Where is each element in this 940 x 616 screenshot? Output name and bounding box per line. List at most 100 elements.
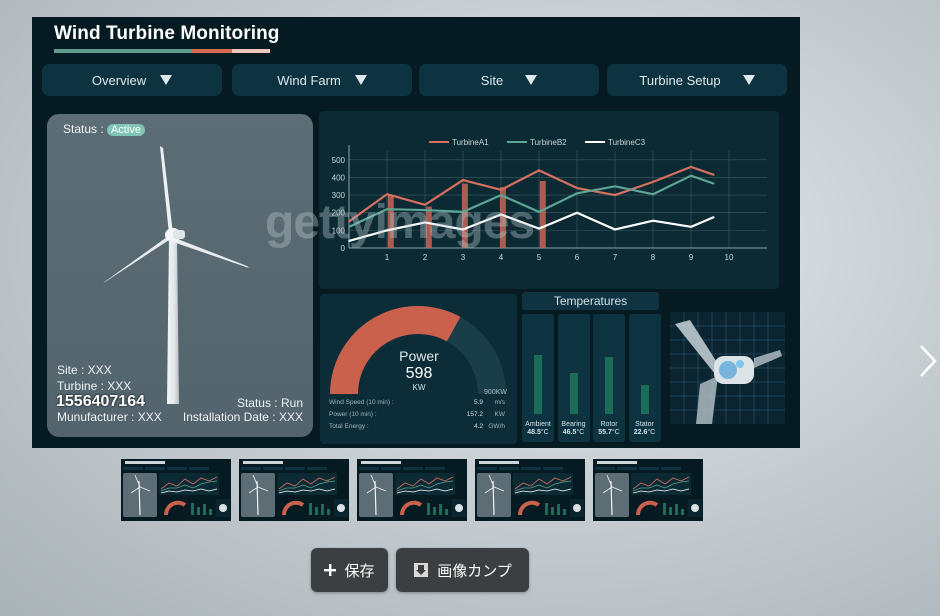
wind-turbine-image xyxy=(103,146,249,404)
data-point xyxy=(500,213,502,216)
plus-icon xyxy=(324,564,337,576)
nav-wind-farm[interactable]: Wind Farm xyxy=(232,64,412,96)
image-id: 1556407164 xyxy=(56,393,145,410)
series-line-2 xyxy=(348,211,715,243)
save-button[interactable]: 保存 xyxy=(311,548,388,592)
title-underline xyxy=(54,49,270,53)
data-point xyxy=(690,226,692,228)
data-point xyxy=(614,185,616,188)
power-unit: KW xyxy=(412,383,426,392)
x-tick-label: 6 xyxy=(575,253,580,262)
temp-value: 46.5°C xyxy=(558,429,590,437)
power-row-label: Total Energy : xyxy=(329,423,369,430)
power-row-unit: KW xyxy=(494,411,505,418)
thumbnail-image xyxy=(595,461,702,517)
data-point xyxy=(652,219,654,222)
chart-bar xyxy=(425,206,432,248)
y-tick-label: 300 xyxy=(332,191,346,200)
x-tick-label: 9 xyxy=(689,253,694,262)
data-point xyxy=(462,211,464,213)
nav-label: Turbine Setup xyxy=(639,72,721,88)
data-point xyxy=(386,208,388,210)
temp-value-number: 46.5 xyxy=(562,429,577,436)
data-point xyxy=(386,229,388,232)
power-row-value: 5.9 xyxy=(473,399,483,406)
power-row-value: 4.2 xyxy=(473,423,483,430)
comp-download-button[interactable]: 画像カンプ xyxy=(396,548,529,592)
thumbnail-5[interactable] xyxy=(593,459,703,521)
data-point xyxy=(713,216,715,218)
x-tick-label: 8 xyxy=(651,253,656,262)
temp-bar xyxy=(569,373,578,414)
power-row-unit: GW/h xyxy=(488,423,505,430)
data-point xyxy=(652,193,654,196)
temp-column: Ambient 48.5°C xyxy=(522,314,554,442)
legend-label: TurbineC3 xyxy=(608,138,646,147)
nav-label: Wind Farm xyxy=(277,72,341,88)
data-point xyxy=(538,211,540,213)
x-tick-label: 4 xyxy=(499,253,504,262)
data-point xyxy=(713,182,715,185)
run-status-text: Status : Run xyxy=(236,396,303,410)
temp-name: Rotor xyxy=(600,421,618,428)
comp-button-label: 画像カンプ xyxy=(437,562,512,580)
chevron-down-icon xyxy=(525,75,538,85)
data-point xyxy=(614,194,616,196)
power-row-unit: m/s xyxy=(494,399,505,406)
thumbnail-image xyxy=(241,461,348,517)
power-row-label: Power (10 min) : xyxy=(329,411,377,418)
power-title: Power xyxy=(399,348,439,364)
nav-label: Overview xyxy=(91,72,147,88)
line-chart-panel: 0 100 200 300 400 500 1 2 3 4 5 6 7 8 9 10 TurbineA1 Turb… xyxy=(319,111,779,289)
legend-label: TurbineA1 xyxy=(452,138,489,147)
chart-bar xyxy=(387,195,394,248)
x-tick-label: 7 xyxy=(613,253,618,262)
thumbnail-image xyxy=(123,461,230,517)
thumbnail-image xyxy=(359,461,466,517)
y-tick-label: 200 xyxy=(332,209,346,218)
data-point xyxy=(424,221,426,224)
power-row-value: 157.2 xyxy=(466,411,483,418)
temp-name: Stator xyxy=(635,421,654,428)
x-tick-label: 5 xyxy=(537,253,542,262)
y-tick-label: 500 xyxy=(332,156,346,165)
line-chart: 0 100 200 300 400 500 1 2 3 4 5 6 7 8 9 10 TurbineA1 Turb… xyxy=(332,138,767,262)
data-point xyxy=(690,166,692,168)
thumbnail-3[interactable] xyxy=(357,459,467,521)
nav-overview[interactable]: Overview xyxy=(42,64,222,96)
thumbnail-2[interactable] xyxy=(239,459,349,521)
x-tick-label: 10 xyxy=(725,253,734,262)
temp-value-unit: °C xyxy=(611,429,620,436)
y-tick-label: 0 xyxy=(341,244,346,253)
temp-bar xyxy=(534,355,542,414)
data-point xyxy=(348,240,350,242)
temp-value-number: 55.7 xyxy=(598,429,612,436)
temp-column: Bearing 46.5°C xyxy=(557,314,590,442)
data-point xyxy=(652,181,654,183)
temp-column: Rotor 55.7°C xyxy=(593,314,625,442)
temp-value-unit: °C xyxy=(540,429,549,436)
thumbnail-1[interactable] xyxy=(121,459,231,521)
thumbnail-4[interactable] xyxy=(475,459,585,521)
chart-bar xyxy=(539,180,546,248)
data-point xyxy=(538,169,540,172)
series-line-0 xyxy=(348,165,715,223)
dashboard-title: Wind Turbine Monitoring xyxy=(54,23,280,44)
temp-value-unit: °C xyxy=(647,429,656,436)
temp-value-number: 22.6 xyxy=(633,429,648,436)
download-icon xyxy=(414,563,429,577)
temp-value-unit: °C xyxy=(576,429,585,436)
chevron-right-icon[interactable] xyxy=(918,343,938,379)
site-text: Site : XXX xyxy=(57,363,112,377)
y-tick-label: 100 xyxy=(332,226,346,235)
data-point xyxy=(690,174,692,177)
preview-image[interactable]: Wind Turbine Monitoring Overview Wind Fa… xyxy=(32,17,800,448)
data-point xyxy=(424,209,426,211)
x-tick-label: 2 xyxy=(423,253,428,262)
data-point xyxy=(462,179,464,181)
x-tick-label: 3 xyxy=(461,253,466,262)
thumbnail-image xyxy=(477,461,584,517)
temp-bar xyxy=(640,385,649,414)
nav-site[interactable]: Site xyxy=(419,64,599,96)
nav-turbine-setup[interactable]: Turbine Setup xyxy=(607,64,787,96)
